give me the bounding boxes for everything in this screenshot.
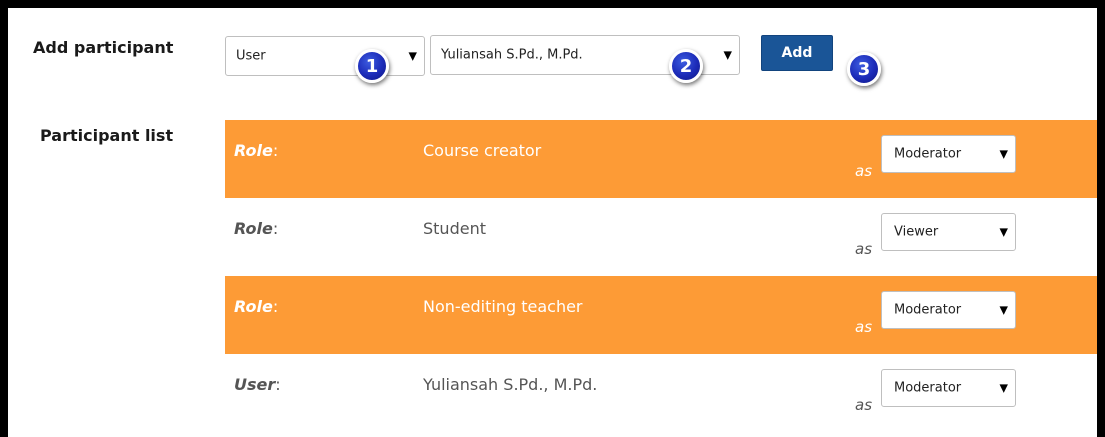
step-2-badge-icon: 2 (669, 49, 703, 83)
participant-key-colon: : (272, 219, 279, 238)
permission-value: Moderator (894, 380, 962, 396)
permission-select[interactable]: Moderator ▼ (881, 135, 1016, 173)
participant-key-colon: : (272, 141, 279, 160)
caret-down-icon: ▼ (999, 147, 1008, 161)
participant-row: Role: Course creator as Moderator ▼ (225, 120, 1097, 198)
caret-down-icon: ▼ (999, 303, 1008, 317)
step-3-badge-icon: 3 (847, 52, 881, 86)
caret-down-icon: ▼ (999, 225, 1008, 239)
participant-key: Role: (234, 219, 278, 238)
add-participant-label: Add participant (33, 38, 174, 57)
participant-list-label: Participant list (40, 126, 174, 145)
permission-value: Moderator (894, 302, 962, 318)
participant-type-select[interactable]: User ▼ (225, 36, 425, 76)
participant-value: Student (423, 219, 486, 238)
caret-down-icon: ▼ (723, 48, 732, 62)
participant-key-colon: : (275, 375, 281, 394)
participant-row: User: Yuliansah S.Pd., M.Pd. as Moderato… (225, 354, 1097, 432)
participant-value: Yuliansah S.Pd., M.Pd. (423, 375, 598, 394)
participant-list: Role: Course creator as Moderator ▼ Role… (225, 120, 1097, 432)
participant-row: Role: Non-editing teacher as Moderator ▼ (225, 276, 1097, 354)
permission-value: Moderator (894, 146, 962, 162)
caret-down-icon: ▼ (408, 49, 417, 63)
add-participant-row: Add participant User ▼ Yuliansah S.Pd., … (8, 8, 1097, 118)
as-label: as (855, 240, 873, 258)
participant-value: Course creator (423, 141, 542, 160)
caret-down-icon: ▼ (999, 381, 1008, 395)
permission-select[interactable]: Moderator ▼ (881, 291, 1016, 329)
participant-keyword: Role (234, 297, 273, 316)
participant-key: User: (234, 375, 281, 394)
permission-value: Viewer (894, 224, 939, 240)
participant-type-value: User (236, 48, 266, 64)
participant-person-value: Yuliansah S.Pd., M.Pd. (441, 47, 583, 63)
participant-keyword: Role (234, 141, 273, 160)
as-label: as (855, 162, 873, 180)
participant-key: Role: (234, 297, 278, 316)
participant-key-colon: : (272, 297, 279, 316)
participant-key: Role: (234, 141, 278, 160)
participant-row: Role: Student as Viewer ▼ (225, 198, 1097, 276)
participants-panel: Add participant User ▼ Yuliansah S.Pd., … (0, 0, 1105, 437)
step-1-badge-icon: 1 (355, 49, 389, 83)
as-label: as (855, 318, 873, 336)
permission-select[interactable]: Viewer ▼ (881, 213, 1016, 251)
permission-select[interactable]: Moderator ▼ (881, 369, 1016, 407)
participant-value: Non-editing teacher (423, 297, 583, 316)
participant-keyword: User (234, 375, 276, 394)
add-button[interactable]: Add (761, 35, 833, 71)
participant-keyword: Role (234, 219, 273, 238)
as-label: as (855, 396, 873, 414)
